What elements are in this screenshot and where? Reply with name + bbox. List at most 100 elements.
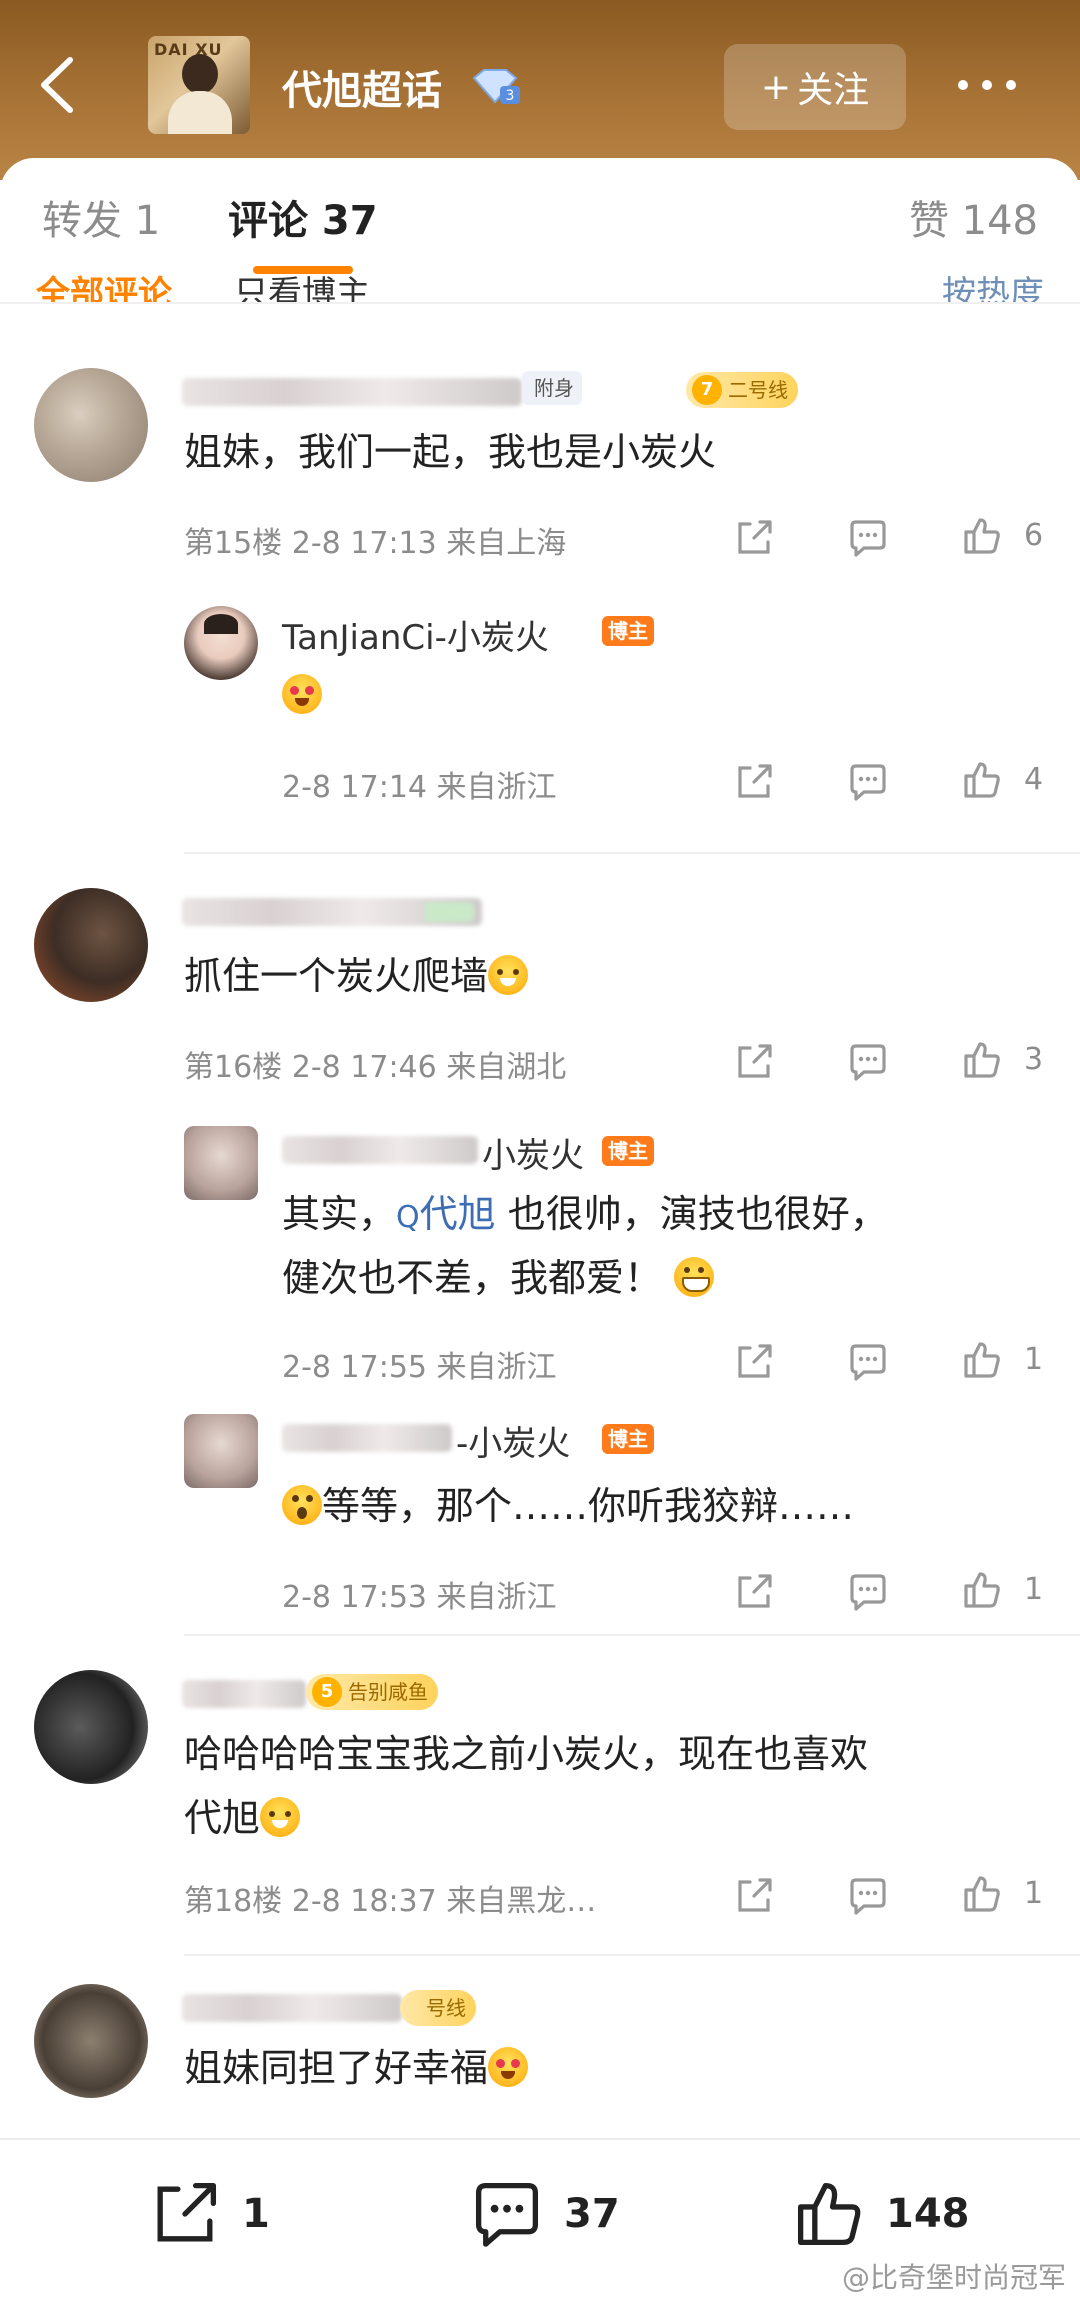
back-button[interactable] — [30, 50, 90, 120]
back-arrow-icon — [41, 57, 73, 113]
host-badge: 博主 — [602, 616, 654, 646]
attach-tag: 附身 — [522, 371, 582, 405]
like-icon[interactable] — [960, 514, 1004, 558]
doge-emoji-icon — [488, 955, 529, 995]
reply-icon[interactable] — [846, 516, 890, 560]
follow-button[interactable]: + 关注 — [724, 44, 906, 130]
like-icon[interactable] — [960, 1568, 1004, 1612]
topic-link[interactable]: Q代旭 — [396, 1192, 496, 1236]
comment-text-body: 姐妹同担了好幸福 — [184, 2046, 489, 2090]
share-icon[interactable] — [732, 1570, 776, 1614]
search-icon: Q — [396, 1200, 420, 1235]
reply-meta: 2-8 17:14 来自浙江 — [282, 762, 557, 806]
filter-host-only[interactable]: 只看博主 — [234, 270, 370, 304]
share-icon[interactable] — [732, 516, 776, 560]
share-icon[interactable] — [732, 1874, 776, 1918]
dot-icon — [982, 80, 992, 90]
filter-all-comments[interactable]: 全部评论 — [36, 270, 172, 304]
comment-meta: 第18楼 2-8 18:37 来自黑龙… — [184, 1876, 596, 1920]
timestamp: 2-8 17:46 — [291, 1050, 437, 1085]
username-blurred[interactable] — [282, 1424, 452, 1452]
reply-text-part: 其实， — [282, 1192, 397, 1236]
comment-text-part: 代旭 — [184, 1796, 261, 1840]
location: 来自湖北 — [446, 1050, 567, 1085]
channel-title[interactable]: 代旭超话 — [282, 58, 442, 116]
like-count: 6 — [1024, 518, 1044, 553]
comment-text-line1: 哈哈哈哈宝宝我之前小炭火，现在也喜欢 — [184, 1732, 869, 1776]
username-blurred[interactable] — [182, 1680, 306, 1708]
attach-tag-label: 附身 — [534, 376, 574, 400]
share-icon[interactable] — [732, 1040, 776, 1084]
timestamp: 2-8 18:37 — [291, 1884, 437, 1919]
like-icon[interactable] — [960, 1338, 1004, 1382]
fan-level-tag: 7 二号线 — [686, 372, 798, 408]
reply-icon[interactable] — [846, 760, 890, 804]
avatar[interactable] — [34, 368, 148, 482]
like-icon[interactable] — [960, 1038, 1004, 1082]
avatar[interactable] — [34, 1984, 148, 2098]
comment-count: 37 — [564, 2191, 620, 2237]
more-options-button[interactable] — [958, 70, 1038, 100]
comment-text: 抓住一个炭火爬墙 — [184, 944, 529, 1008]
share-icon[interactable] — [732, 760, 776, 804]
like-count-total: 148 — [886, 2191, 970, 2237]
like-icon[interactable] — [960, 758, 1004, 802]
like-icon[interactable] — [960, 1872, 1004, 1916]
location: 来自上海 — [446, 526, 567, 561]
comment-text: 姐妹同担了好幸福 — [184, 2036, 529, 2100]
share-icon[interactable] — [732, 1340, 776, 1384]
repost-icon — [157, 2182, 217, 2242]
like-count: 1 — [1024, 1342, 1044, 1377]
plus-icon: + — [760, 66, 792, 108]
location: 来自黑龙… — [446, 1884, 597, 1919]
tab-likes[interactable]: 赞 148 — [909, 188, 1038, 246]
sort-by-heat[interactable]: 按热度 — [942, 270, 1044, 304]
channel-avatar[interactable]: DAI XU — [148, 36, 250, 134]
reply-text-line2: 健次也不差，我都爱！ — [282, 1246, 715, 1310]
reply-icon[interactable] — [846, 1040, 890, 1084]
reply-icon[interactable] — [846, 1340, 890, 1384]
avatar[interactable] — [184, 1414, 258, 1488]
divider — [0, 302, 1080, 304]
username-blurred[interactable] — [282, 1136, 478, 1164]
reply-username[interactable]: TanJianCi-小炭火 — [282, 610, 549, 659]
badge-blurred — [424, 902, 474, 922]
reply-username-suffix[interactable]: 小炭火 — [482, 1128, 584, 1177]
grin-emoji-icon — [674, 1257, 715, 1297]
fan-level-tag: 5 告别咸鱼 — [306, 1674, 438, 1710]
host-badge: 博主 — [602, 1424, 654, 1454]
reply-text-line1: 其实，Q代旭 也很帅，演技也很好， — [282, 1182, 888, 1250]
avatar[interactable] — [34, 1670, 148, 1784]
avatar[interactable] — [34, 888, 148, 1002]
comment-text-body: 抓住一个炭火爬墙 — [184, 954, 489, 998]
reply-icon[interactable] — [846, 1874, 890, 1918]
avatar[interactable] — [184, 1126, 258, 1200]
like-count: 1 — [1024, 1876, 1044, 1911]
timestamp: 2-8 17:55 — [282, 1350, 427, 1385]
host-badge: 博主 — [602, 1136, 654, 1166]
dot-icon — [1006, 80, 1016, 90]
username-blurred[interactable] — [182, 1994, 402, 2022]
comment-icon — [475, 2182, 539, 2247]
avatar[interactable] — [184, 606, 258, 680]
reply-icon[interactable] — [846, 1570, 890, 1614]
fan-tag-label: 号线 — [426, 1996, 466, 2020]
fan-tag-label: 告别咸鱼 — [348, 1680, 428, 1704]
comment-button[interactable]: 37 — [468, 2174, 620, 2254]
like-button[interactable]: 148 — [790, 2174, 970, 2254]
fan-level-tag: 号线 — [400, 1990, 476, 2026]
like-count: 3 — [1024, 1042, 1044, 1077]
tab-comments[interactable]: 评论 37 — [228, 188, 378, 246]
reply-username-suffix[interactable]: -小炭火 — [456, 1416, 570, 1465]
divider — [184, 1634, 1080, 1636]
comment-filter-bar: 全部评论 只看博主 按热度 — [0, 270, 1080, 304]
fan-level-number: 5 — [312, 1677, 342, 1707]
username-blurred[interactable] — [182, 378, 522, 406]
location: 来自浙江 — [436, 770, 557, 805]
tab-repost[interactable]: 转发 1 — [42, 188, 160, 246]
floor-number: 第15楼 — [184, 526, 283, 561]
repost-button[interactable]: 1 — [146, 2174, 270, 2254]
location: 来自浙江 — [436, 1350, 557, 1385]
tab-bar: 转发 1 评论 37 赞 148 — [0, 158, 1080, 278]
comment-text: 姐妹，我们一起，我也是小炭火 — [184, 430, 717, 474]
